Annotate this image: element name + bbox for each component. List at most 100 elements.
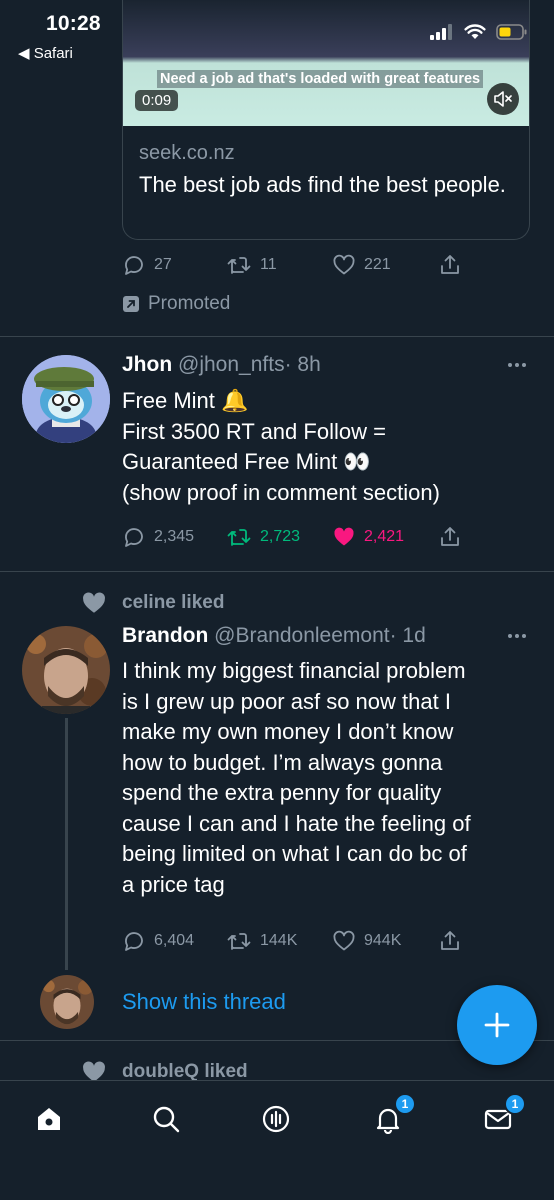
more-options-icon[interactable] [508,363,528,369]
cellular-signal-icon [430,24,452,40]
tab-search[interactable] [148,1101,184,1137]
tweet-line: cause I can and I hate the feeling of [122,810,471,836]
retweet-button-active[interactable]: 2,723 [226,525,300,549]
avatar-brandon-small[interactable] [40,975,94,1029]
tweet-line: is I grew up poor asf so now that I [122,688,451,714]
video-caption: Need a job ad that's loaded with great f… [157,70,484,88]
tweet-action-bar: 6,404 144K 944K [122,929,482,959]
bottom-tab-bar: 1 1 [0,1080,554,1200]
share-button[interactable] [438,525,462,549]
divider [0,336,554,337]
compose-tweet-button[interactable] [457,985,537,1065]
heart-outline-icon [333,930,355,951]
retweet-icon [227,529,251,546]
reply-count: 6,404 [154,932,195,949]
tab-home[interactable] [31,1101,67,1137]
author-handle[interactable]: @jhon_nfts [178,353,285,376]
reply-icon [125,528,143,547]
battery-low-power-icon [496,24,527,40]
divider [0,571,554,572]
retweet-button[interactable]: 144K [226,929,297,953]
status-bar: 10:28 ◀ Safari [0,0,554,70]
author-handle[interactable]: @Brandonleemont [214,624,389,647]
ad-action-bar: 27 11 221 [122,253,482,283]
tweet-line: Free Mint 🔔 [122,388,249,413]
like-button-active[interactable]: 2,421 [332,525,404,549]
search-icon [153,1106,180,1133]
tweet-line: (show proof in comment section) [122,479,440,505]
heart-filled-icon [334,527,354,546]
like-count: 221 [364,256,391,273]
promoted-text: Promoted [148,293,231,314]
share-icon [441,527,459,546]
retweet-count: 144K [260,932,298,949]
tweet-line: Guaranteed Free Mint 👀 [122,449,371,474]
retweet-icon [227,933,251,950]
promoted-icon [123,296,139,312]
tab-messages[interactable]: 1 [480,1093,526,1137]
tweet-action-bar: 2,345 2,723 2,421 [122,525,482,555]
social-context: celine liked [80,590,224,616]
reply-count: 2,345 [154,528,195,545]
wifi-icon [464,24,486,39]
tweet-line: being limited on what I can do bc of [122,841,467,866]
tweet-text: I think my biggest financial problem is … [122,656,532,900]
tab-spaces[interactable] [258,1101,294,1137]
reply-button[interactable]: 6,404 [122,929,194,953]
tweet-header: Brandon @Brandonleemont· 1d [122,624,426,648]
like-button[interactable]: 221 [332,253,391,277]
share-icon [441,931,459,950]
show-thread-link[interactable]: Show this thread [122,989,286,1015]
back-to-safari-link[interactable]: ◀ Safari [18,44,73,62]
profile-photo-icon [40,975,94,1029]
reply-icon [125,932,143,951]
mute-button[interactable] [487,83,519,115]
tweet-line: make my own money I don’t know [122,719,454,744]
home-icon [38,1108,60,1130]
avatar-jhon[interactable] [22,355,110,443]
tweet-line: spend the extra penny for quality [122,780,442,805]
video-timestamp: 0:09 [135,90,179,111]
tweet-line: how to budget. I’m always gonna [122,749,443,775]
share-icon [441,255,459,274]
retweet-button[interactable]: 11 [226,253,277,277]
promoted-label: Promoted [122,293,230,315]
retweet-count: 11 [260,256,277,273]
messages-badge: 1 [504,1093,526,1115]
reply-button[interactable]: 2,345 [122,525,194,549]
like-button[interactable]: 944K [332,929,401,953]
tweet-time: · 1d [389,624,426,647]
notifications-badge: 1 [394,1093,416,1115]
share-button[interactable] [438,929,462,953]
spaces-icon [262,1105,290,1133]
plus-icon [484,1012,510,1038]
tweet-time: · 8h [284,353,321,376]
author-name[interactable]: Brandon [122,624,208,647]
liked-by-text[interactable]: celine liked [122,592,224,614]
penguin-avatar-icon [22,355,110,443]
tab-notifications[interactable]: 1 [370,1093,416,1137]
like-count: 2,421 [364,528,405,545]
tweet-line: a price tag [122,871,225,897]
reply-icon [125,256,143,275]
author-name[interactable]: Jhon [122,353,172,376]
status-icons [430,24,528,40]
reply-button[interactable]: 27 [122,253,172,277]
more-options-icon[interactable] [508,634,528,640]
tweet-header: Jhon @jhon_nfts· 8h [122,353,321,377]
profile-photo-icon [22,626,110,714]
thread-connector [65,718,68,970]
ad-domain: seek.co.nz [139,142,235,164]
tweet-text: Free Mint 🔔 First 3500 RT and Follow = G… [122,386,532,508]
heart-outline-icon [333,254,355,275]
like-count: 944K [364,932,402,949]
ad-title: The best job ads find the best people. [139,172,506,197]
heart-icon [83,592,105,613]
avatar-brandon[interactable] [22,626,110,714]
tweet-line: I think my biggest financial problem [122,658,466,683]
status-clock: 10:28 [46,12,101,35]
retweet-count: 2,723 [260,528,301,545]
share-button[interactable] [438,253,462,277]
tweet-line: First 3500 RT and Follow = [122,418,386,444]
reply-count: 27 [154,256,172,273]
